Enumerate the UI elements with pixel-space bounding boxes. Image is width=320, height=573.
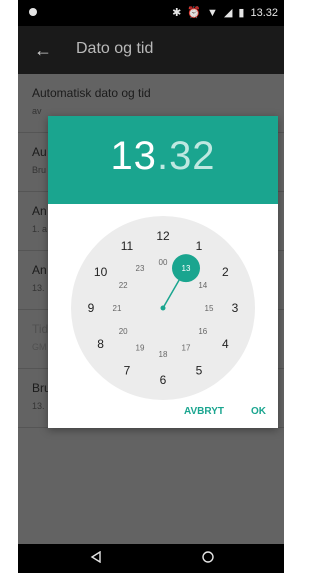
clock-hour-outer[interactable]: 5 <box>196 364 203 378</box>
clock-hour-outer[interactable]: 10 <box>94 265 108 279</box>
minute-value[interactable]: 32 <box>169 134 216 178</box>
hour-value[interactable]: 13 <box>110 134 157 178</box>
clock-hour-inner[interactable]: 00 <box>159 258 168 267</box>
clock-hour-outer[interactable]: 1 <box>196 239 203 253</box>
clock-hour-inner[interactable]: 16 <box>198 327 207 336</box>
clock-hour-inner[interactable]: 13 <box>182 264 191 273</box>
clock-hour-inner[interactable]: 23 <box>136 264 145 273</box>
clock-hour-outer[interactable]: 4 <box>222 337 229 351</box>
clock-hour-outer[interactable]: 3 <box>232 301 239 315</box>
clock-hour-outer[interactable]: 12 <box>156 229 170 243</box>
clock-face[interactable]: 12 1 2 3 4 5 6 7 8 9 10 11 00 13 14 15 16 17 18 19 20 21 22 23 <box>71 216 255 400</box>
clock-hour-inner[interactable]: 17 <box>182 344 191 353</box>
clock-hour-outer[interactable]: 7 <box>124 364 131 378</box>
dialog-actions: AVBRYT OK <box>48 402 278 428</box>
clock-svg: 121234567891011001314151617181920212223 <box>88 229 239 387</box>
clock-hour-inner[interactable]: 20 <box>119 327 128 336</box>
clock-hour-inner[interactable]: 14 <box>198 281 207 290</box>
clock-hour-inner[interactable]: 18 <box>159 350 168 359</box>
clock-hour-inner[interactable]: 15 <box>205 304 214 313</box>
ok-button[interactable]: OK <box>251 406 266 417</box>
time-display: 13.32 <box>48 134 278 179</box>
clock-hour-outer[interactable]: 2 <box>222 265 229 279</box>
clock-hour-inner[interactable]: 21 <box>113 304 122 313</box>
phone-screen: ✱ ⏰ ▼ ◢ ▮ 13.32 ← Dato og tid Automatisk… <box>18 0 284 573</box>
clock-hour-inner[interactable]: 19 <box>136 344 145 353</box>
cancel-button[interactable]: AVBRYT <box>184 406 224 417</box>
clock-center-dot <box>160 305 166 311</box>
time-picker-header: 13.32 <box>48 116 278 204</box>
clock-hour-outer[interactable]: 9 <box>88 301 95 315</box>
clock-hour-inner[interactable]: 22 <box>119 281 128 290</box>
time-separator: . <box>156 134 170 178</box>
clock-hour-outer[interactable]: 6 <box>160 373 167 387</box>
clock-hour-outer[interactable]: 8 <box>97 337 104 351</box>
clock-hour-outer[interactable]: 11 <box>121 239 134 253</box>
time-picker-dialog: 13.32 12 1 2 3 4 5 6 7 8 9 10 11 00 13 14 15 16 17 18 19 20 2… <box>48 116 278 428</box>
